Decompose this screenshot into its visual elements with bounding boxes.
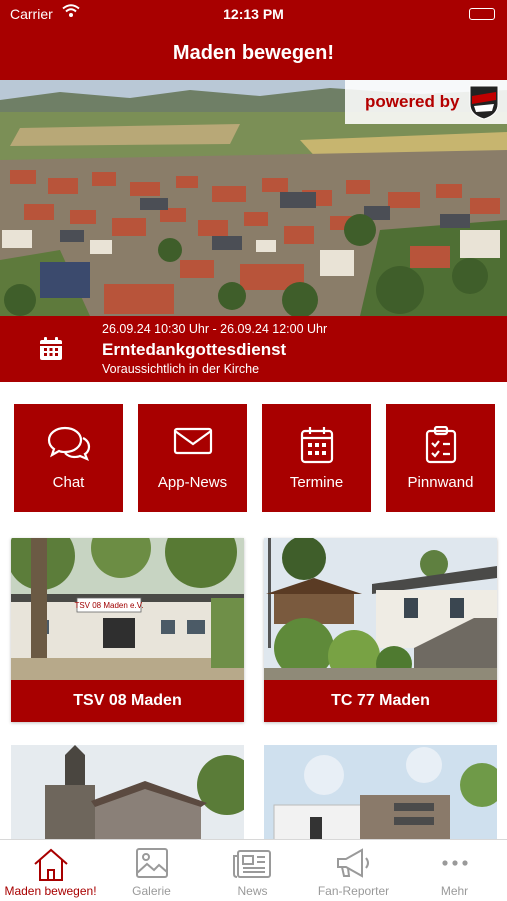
church-photo bbox=[11, 745, 244, 841]
tile-termine-label: Termine bbox=[289, 474, 344, 491]
tennis-club-photo bbox=[264, 538, 497, 682]
tab-galerie-label: Galerie bbox=[132, 884, 171, 898]
clubhouse-photo: TSV 08 Maden e.V. bbox=[11, 538, 244, 680]
tab-bar: Maden bewegen! Galerie News Fan-Reporter bbox=[0, 839, 507, 900]
tile-chat-label: Chat bbox=[52, 474, 85, 491]
tile-app-news[interactable]: App-News bbox=[138, 404, 247, 512]
app-header: Maden bewegen! bbox=[0, 28, 507, 80]
calendar-icon bbox=[262, 426, 371, 469]
tab-mehr[interactable]: Mehr bbox=[404, 840, 505, 901]
event-location: Voraussichtlich in der Kirche bbox=[102, 362, 260, 376]
card-tsv-08-maden-label: TSV 08 Maden bbox=[11, 680, 244, 722]
page-title: Maden bewegen! bbox=[172, 42, 335, 64]
card-tc-77-maden-label: TC 77 Maden bbox=[264, 680, 497, 722]
next-event-banner[interactable]: 26.09.24 10:30 Uhr - 26.09.24 12:00 Uhr … bbox=[0, 316, 507, 382]
chat-icon bbox=[14, 426, 123, 467]
event-datetime: 26.09.24 10:30 Uhr - 26.09.24 12:00 Uhr bbox=[102, 322, 328, 336]
status-bar: Carrier 12:13 PM bbox=[0, 0, 507, 28]
more-icon bbox=[404, 846, 505, 885]
megaphone-icon bbox=[303, 846, 404, 885]
battery-icon bbox=[469, 8, 495, 20]
powered-by-text: powered by bbox=[365, 92, 460, 111]
clock: 12:13 PM bbox=[223, 6, 284, 22]
tile-pinnwand-label: Pinnwand bbox=[407, 474, 474, 491]
envelope-icon bbox=[138, 426, 247, 461]
tile-termine[interactable]: Termine bbox=[262, 404, 371, 512]
tab-maden-bewegen-label: Maden bewegen! bbox=[4, 884, 97, 898]
newspaper-icon bbox=[202, 846, 303, 885]
clubhouse-sign: TSV 08 Maden e.V. bbox=[74, 601, 143, 610]
tab-news[interactable]: News bbox=[202, 840, 303, 901]
card-building[interactable] bbox=[264, 745, 497, 841]
tile-pinnwand[interactable]: Pinnwand bbox=[386, 404, 495, 512]
tab-news-label: News bbox=[237, 884, 268, 898]
tile-app-news-label: App-News bbox=[157, 474, 228, 491]
card-tsv-08-maden[interactable]: TSV 08 Maden e.V. TSV 08 Maden bbox=[11, 538, 244, 722]
tab-mehr-label: Mehr bbox=[440, 884, 469, 898]
tab-fan-reporter-label: Fan-Reporter bbox=[317, 884, 390, 898]
tab-galerie[interactable]: Galerie bbox=[101, 840, 202, 901]
building-photo bbox=[264, 745, 497, 841]
powered-by-badge: powered by bbox=[345, 80, 507, 124]
card-tc-77-maden[interactable]: TC 77 Maden bbox=[264, 538, 497, 722]
home-icon bbox=[0, 846, 101, 887]
event-title: Erntedankgottesdienst bbox=[102, 340, 287, 359]
clipboard-icon bbox=[386, 425, 495, 469]
tab-fan-reporter[interactable]: Fan-Reporter bbox=[303, 840, 404, 901]
card-church[interactable] bbox=[11, 745, 244, 841]
image-icon bbox=[101, 846, 202, 885]
calendar-icon bbox=[38, 336, 64, 367]
tile-chat[interactable]: Chat bbox=[14, 404, 123, 512]
hero-image[interactable]: powered by bbox=[0, 80, 507, 316]
club-crest-logo bbox=[467, 84, 501, 120]
tab-maden-bewegen[interactable]: Maden bewegen! bbox=[0, 840, 101, 901]
